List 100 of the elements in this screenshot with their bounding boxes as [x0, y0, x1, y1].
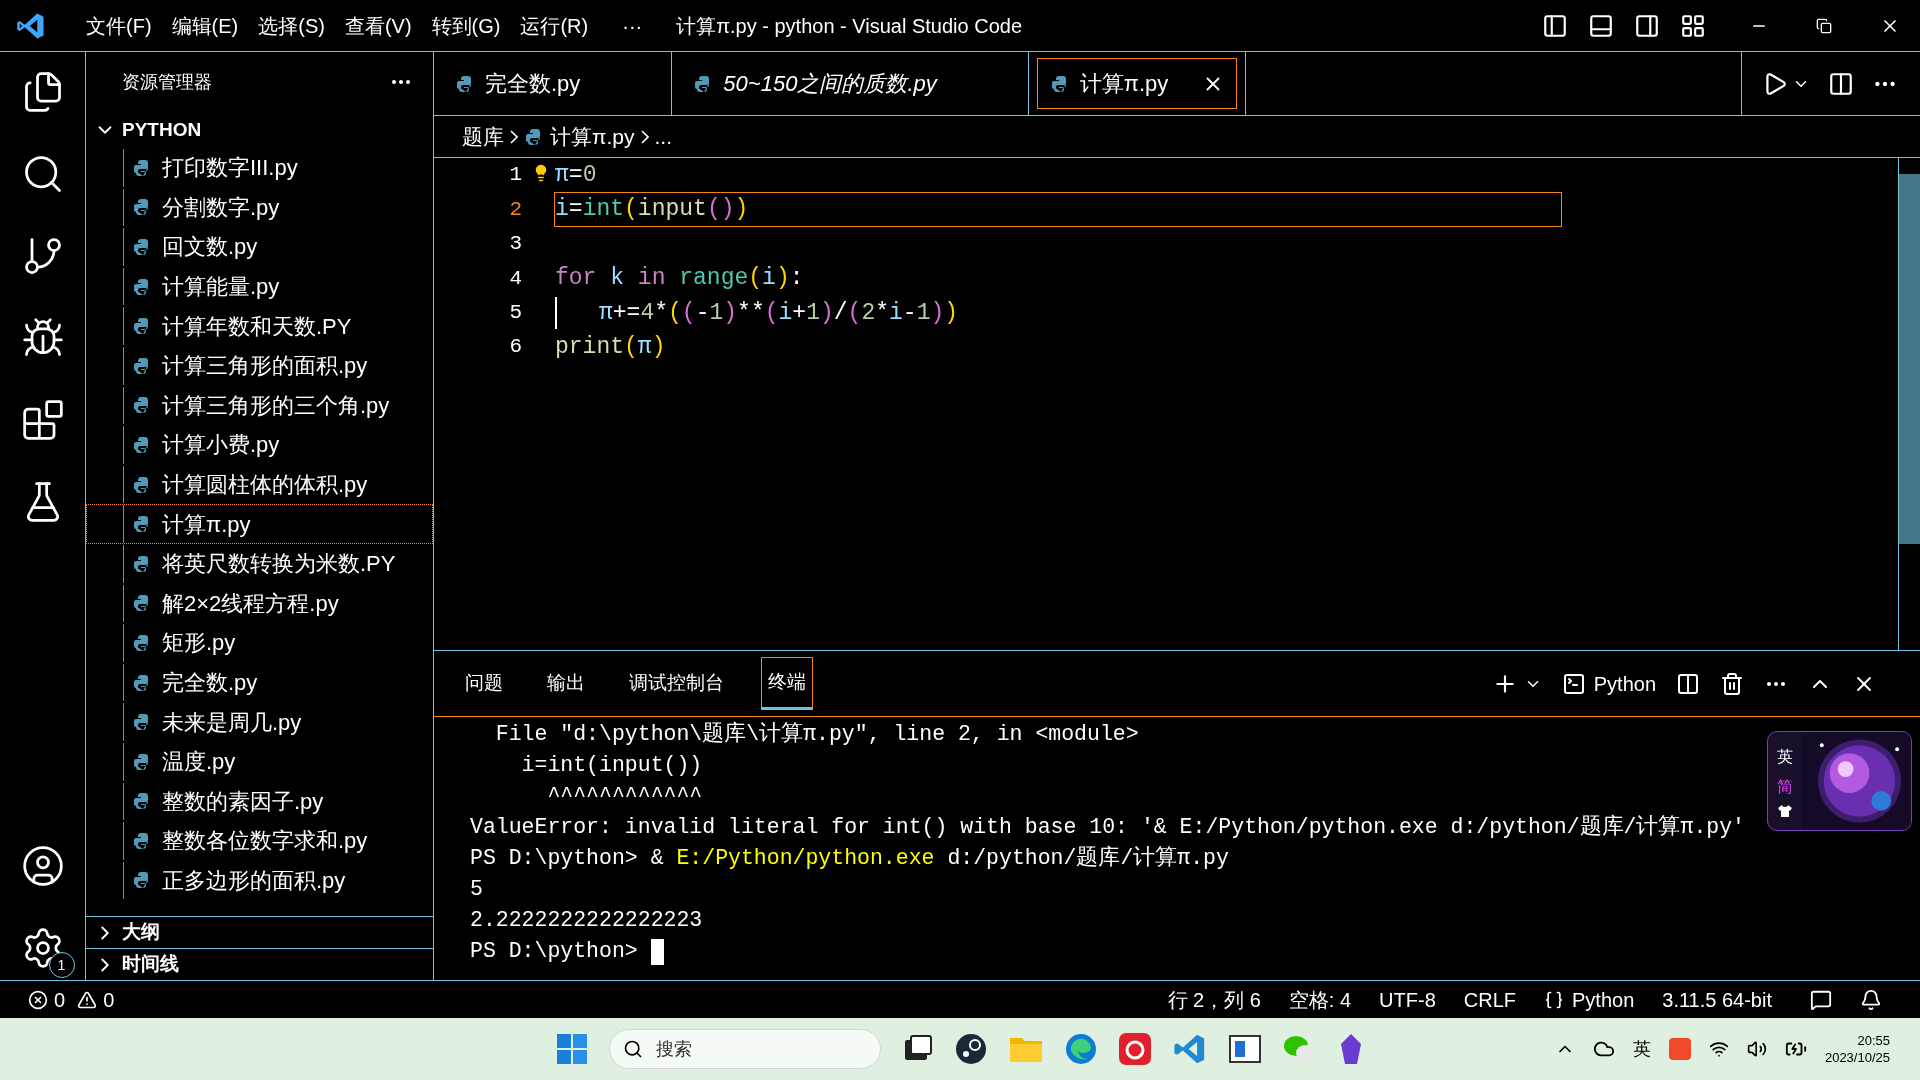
- file-item[interactable]: 将英尺数转换为米数.PY: [86, 543, 433, 584]
- ime-label[interactable]: 英: [1777, 745, 1793, 769]
- problems-indicator[interactable]: 0 0: [28, 984, 115, 1015]
- terminal-profile[interactable]: Python: [1561, 668, 1656, 699]
- wifi-icon[interactable]: [1708, 1039, 1729, 1059]
- file-item[interactable]: 计算能量.py: [86, 266, 433, 307]
- menu-item[interactable]: 文件(F): [76, 10, 162, 41]
- breadcrumb-item[interactable]: 题库: [462, 120, 504, 153]
- terminal-icon: [1561, 671, 1586, 696]
- menu-item[interactable]: 运行(R): [510, 10, 599, 41]
- line-number: 1: [508, 162, 522, 189]
- menu-item[interactable]: 选择(S): [248, 10, 335, 41]
- toggle-sidebar-icon[interactable]: [1542, 12, 1568, 39]
- warning-icon: [77, 989, 98, 1010]
- panel-tab[interactable]: 调试控制台: [622, 658, 731, 709]
- crystal-app-icon[interactable]: [1339, 1033, 1363, 1065]
- language-mode[interactable]: Python: [1544, 984, 1635, 1015]
- code-editor-icon[interactable]: [1173, 1032, 1207, 1066]
- layout-icon[interactable]: [1680, 12, 1706, 39]
- line-number: 5: [508, 300, 522, 326]
- shirt-icon[interactable]: [1778, 805, 1792, 817]
- file-item[interactable]: 整数的素因子.py: [86, 781, 433, 822]
- breadcrumb-item[interactable]: ...: [654, 120, 673, 153]
- menu-item[interactable]: 转到(G): [421, 10, 511, 41]
- panel-tab[interactable]: 输出: [540, 658, 592, 709]
- terminal-line: 2.2222222222222223: [470, 907, 703, 935]
- indent-guide: [555, 296, 557, 329]
- file-item[interactable]: 正多边形的面积.py: [86, 860, 433, 901]
- file-item[interactable]: 温度.py: [86, 741, 433, 782]
- terminal-line: PS D:\python> & E:/Python/python.exe d:/python/题库/计算π.py: [470, 844, 1229, 873]
- terminal-line: ^^^^^^^^^^^^: [546, 783, 703, 811]
- separator-icon: [640, 129, 649, 144]
- file-item[interactable]: 计算圆柱体的体积.py: [86, 464, 433, 505]
- file-item[interactable]: 回文数.py: [86, 227, 433, 267]
- clock[interactable]: 20:55 2023/10/25: [1824, 1032, 1890, 1066]
- notification-badge: 1: [48, 952, 75, 978]
- file-item[interactable]: 计算年数和天数.PY: [86, 306, 433, 346]
- indentation[interactable]: 空格: 4: [1288, 984, 1352, 1015]
- file-item[interactable]: 分割数字.py: [86, 187, 433, 228]
- terminal-line: File "d:\python\题库\计算π.py", line 2, in <module>: [494, 720, 1139, 749]
- search-field[interactable]: 搜索: [609, 1029, 881, 1069]
- file-item[interactable]: 计算三角形的三个角.py: [86, 385, 433, 426]
- encoding[interactable]: UTF-8: [1379, 984, 1436, 1015]
- line-ending[interactable]: CRLF: [1463, 984, 1516, 1015]
- braces-icon: [1544, 989, 1564, 1010]
- feedback-icon[interactable]: [1810, 988, 1832, 1011]
- interpreter-version[interactable]: 3.11.5 64-bit: [1662, 984, 1772, 1015]
- editor-tab[interactable]: 50~150之间的质数.py: [680, 58, 1020, 109]
- panel-tab[interactable]: 终端: [761, 657, 813, 710]
- split-editor-icon[interactable]: [1828, 70, 1854, 97]
- more-menu-item[interactable]: ···: [598, 10, 667, 41]
- editor-tab[interactable]: 完全数.py: [442, 58, 664, 109]
- ime-label[interactable]: 简: [1777, 775, 1793, 799]
- file-item[interactable]: 计算π.py: [86, 504, 433, 544]
- terminal-line: i=int(input()): [520, 752, 703, 780]
- menu-item[interactable]: 编辑(E): [161, 10, 249, 41]
- start-icon[interactable]: [557, 1034, 587, 1064]
- delete-icon[interactable]: [1720, 671, 1744, 696]
- search-icon: [623, 1039, 643, 1059]
- folder-header[interactable]: PYTHON: [86, 112, 433, 148]
- terminal-cursor: [650, 938, 664, 965]
- breadcrumb-item[interactable]: 计算π.py: [550, 120, 635, 153]
- restore-icon[interactable]: [1816, 17, 1832, 34]
- extensions-icon[interactable]: [20, 398, 65, 442]
- terminal-line: 5: [470, 876, 483, 904]
- notifications-icon[interactable]: [1860, 988, 1882, 1011]
- code-line: i=int(input()): [555, 195, 749, 225]
- file-item[interactable]: 完全数.py: [86, 662, 433, 703]
- scrollbar-thumb[interactable]: [1899, 174, 1920, 544]
- code-line: π=0: [555, 160, 597, 190]
- editor-tab[interactable]: 计算π.py: [1036, 58, 1238, 109]
- section-header[interactable]: 大纲: [86, 916, 433, 948]
- toggle-panel-icon[interactable]: [1588, 12, 1614, 39]
- music-app-icon[interactable]: [1119, 1033, 1151, 1065]
- code-line: for k in range(i):: [555, 264, 804, 294]
- line-number: 2: [508, 196, 522, 223]
- file-item[interactable]: 整数各位数字求和.py: [86, 821, 433, 861]
- panel-tab[interactable]: 问题: [458, 658, 510, 709]
- account-icon[interactable]: [20, 844, 65, 888]
- app-window-icon[interactable]: [1229, 1035, 1261, 1063]
- menu-item[interactable]: 查看(V): [334, 10, 422, 41]
- tray-app-icon[interactable]: [1668, 1038, 1691, 1060]
- file-item[interactable]: 解2×2线程方程.py: [86, 583, 433, 624]
- code-line: print(π): [555, 332, 666, 362]
- ime-widget[interactable]: 英 简: [1767, 731, 1912, 831]
- file-item[interactable]: 计算小费.py: [86, 425, 433, 465]
- cursor-position[interactable]: 行 2，列 6: [1167, 984, 1261, 1015]
- error-icon: [28, 989, 48, 1010]
- file-item[interactable]: 打印数字III.py: [86, 148, 433, 188]
- split-terminal-icon[interactable]: [1676, 671, 1700, 696]
- section-header[interactable]: 时间线: [86, 948, 433, 980]
- file-item[interactable]: 未来是周几.py: [86, 702, 433, 742]
- input-method-indicator[interactable]: 英: [1632, 1035, 1651, 1063]
- volume-icon[interactable]: [1746, 1039, 1767, 1059]
- line-number: 4: [508, 265, 522, 292]
- browser-icon[interactable]: [1065, 1033, 1097, 1065]
- toggle-secondary-sidebar-icon[interactable]: [1634, 12, 1660, 39]
- window-title: 计算π.py - python - Visual Studio Code: [676, 13, 1023, 39]
- file-item[interactable]: 计算三角形的面积.py: [86, 345, 433, 386]
- file-item[interactable]: 矩形.py: [86, 623, 433, 663]
